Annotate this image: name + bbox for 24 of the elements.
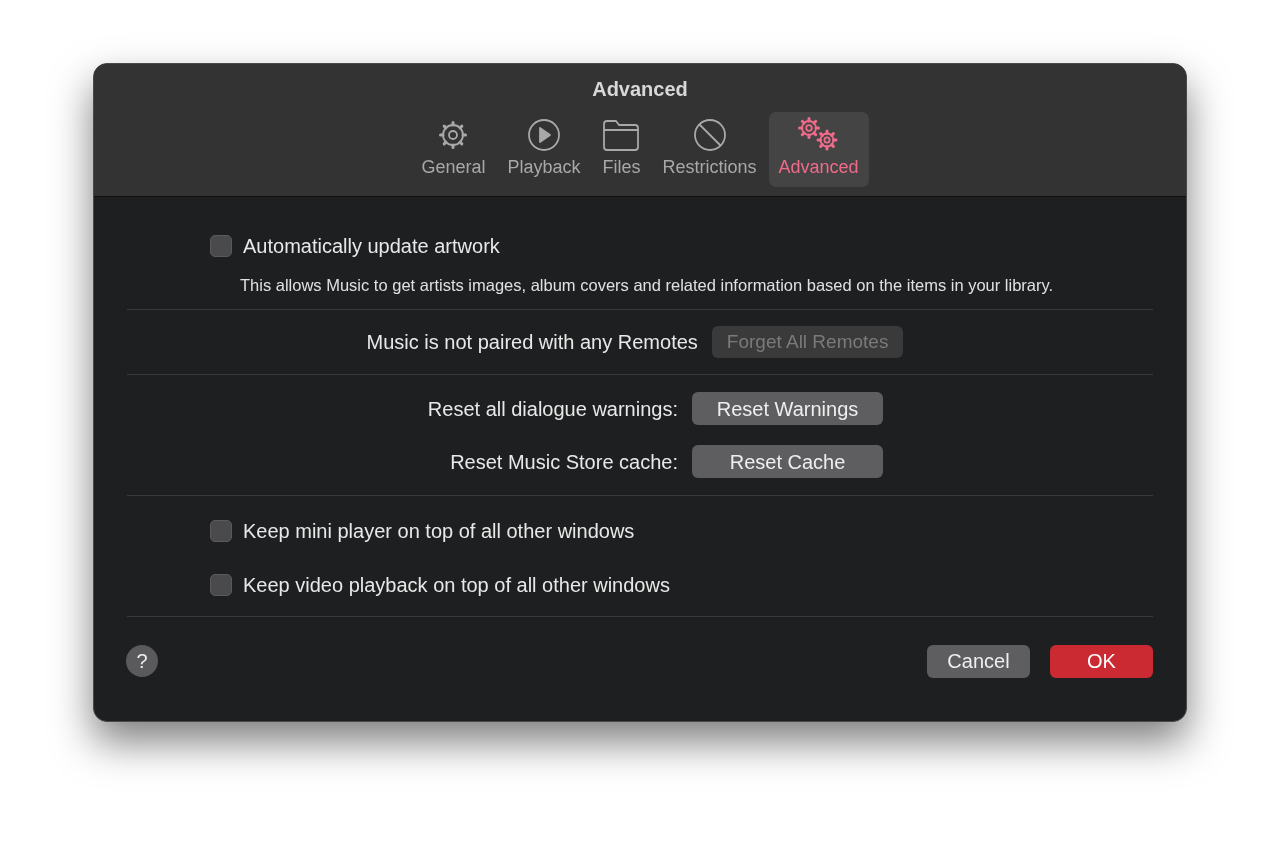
window-title: Advanced bbox=[592, 77, 688, 102]
checkbox[interactable] bbox=[210, 574, 232, 596]
reset-button[interactable]: Reset Warnings bbox=[692, 392, 883, 425]
toolbar-tab[interactable]: Files bbox=[592, 112, 651, 187]
remotes-status: Music is not paired with any Remotes bbox=[366, 330, 698, 355]
folder-icon bbox=[602, 118, 641, 152]
checkbox-label: Automatically update artwork bbox=[243, 234, 500, 259]
toolbar-tab[interactable]: Advanced bbox=[768, 112, 869, 187]
ok-button[interactable]: OK bbox=[1050, 644, 1153, 678]
toolbar-tab[interactable]: Playback bbox=[497, 112, 591, 187]
checkbox[interactable] bbox=[210, 235, 232, 257]
cancel-button[interactable]: Cancel bbox=[927, 644, 1030, 678]
checkbox-label: Keep mini player on top of all other windows bbox=[243, 519, 635, 544]
description-text: This allows Music to get artists images, album covers and related information based on the items in your library. bbox=[239, 275, 1055, 296]
reset-button[interactable]: Reset Cache bbox=[692, 445, 883, 478]
reset-label: Reset Music Store cache: bbox=[449, 449, 678, 475]
help-button[interactable]: ? bbox=[126, 645, 158, 677]
toolbar-tab[interactable]: General bbox=[411, 112, 496, 187]
toolbar-tab[interactable]: Restrictions bbox=[652, 112, 767, 187]
checkbox-label: Keep video playback on top of all other windows bbox=[243, 573, 670, 598]
checkbox[interactable] bbox=[210, 520, 232, 542]
prohibited-icon bbox=[691, 118, 728, 152]
play-icon bbox=[525, 118, 562, 152]
reset-label: Reset all dialogue warnings: bbox=[426, 396, 678, 422]
